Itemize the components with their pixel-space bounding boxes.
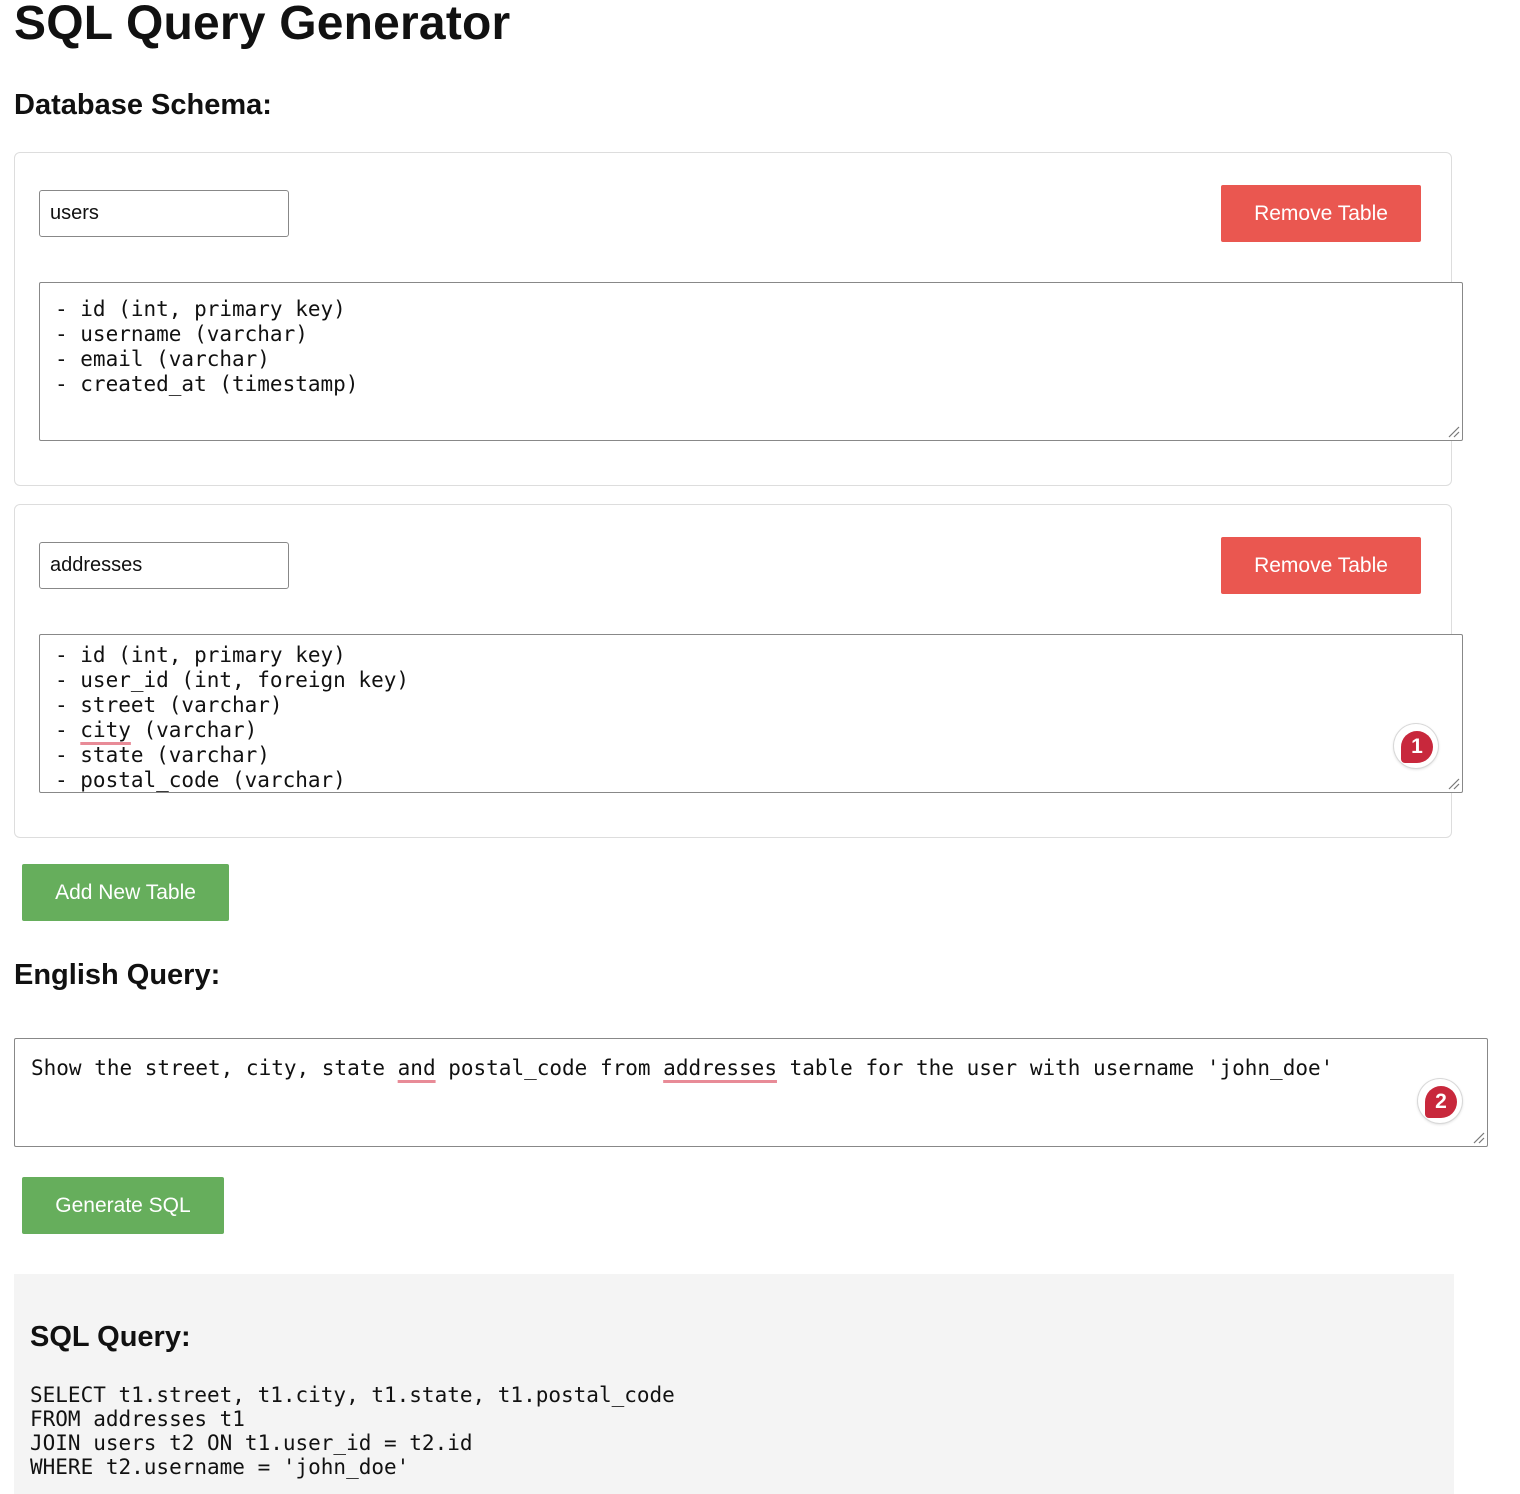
page-title: SQL Query Generator [14, 0, 511, 50]
query-text-part: postal_code from [435, 1056, 664, 1080]
page: SQL Query Generator Database Schema: use… [0, 0, 1520, 1494]
grammar-badge-icon[interactable]: 2 [1418, 1079, 1462, 1123]
table-columns-textarea[interactable]: - id (int, primary key) - user_id (int, … [39, 634, 1463, 793]
resize-grip-icon[interactable] [1446, 776, 1460, 790]
table-name-input[interactable]: addresses [39, 542, 289, 589]
query-text-part: Show the street, city, state [31, 1056, 398, 1080]
remove-table-button[interactable]: Remove Table [1221, 537, 1421, 594]
query-text-part: table for the user with username 'john_d… [776, 1056, 1334, 1080]
column-line: - [55, 718, 81, 742]
column-line: - user_id (int, foreign key) [55, 668, 410, 692]
table-name-input[interactable]: users [39, 190, 289, 237]
remove-table-button[interactable]: Remove Table [1221, 185, 1421, 242]
table-columns-textarea[interactable]: - id (int, primary key) - username (varc… [39, 282, 1463, 441]
misspelled-word[interactable]: city [80, 718, 131, 742]
table-card-addresses: addresses Remove Table - id (int, primar… [14, 504, 1463, 838]
column-line: - postal_code (varchar) [55, 768, 346, 792]
sql-result-code: SELECT t1.street, t1.city, t1.state, t1.… [30, 1383, 675, 1479]
column-line: - state (varchar) [55, 743, 270, 767]
table-card-users: users Remove Table - id (int, primary ke… [14, 152, 1463, 486]
english-query-textarea[interactable]: Show the street, city, state and postal_… [14, 1038, 1488, 1147]
flagged-word[interactable]: addresses [663, 1056, 777, 1080]
english-query-text: Show the street, city, state and postal_… [15, 1039, 1487, 1082]
column-line: - id (int, primary key) [55, 643, 346, 667]
resize-grip-icon[interactable] [1446, 424, 1460, 438]
english-query-heading: English Query: [14, 959, 221, 991]
flagged-word[interactable]: and [398, 1056, 436, 1080]
badge-count: 2 [1425, 1086, 1457, 1118]
resize-grip-icon[interactable] [1471, 1130, 1485, 1144]
sql-result-heading: SQL Query: [30, 1321, 191, 1353]
column-line: - street (varchar) [55, 693, 283, 717]
grammar-badge-icon[interactable]: 1 [1394, 724, 1438, 768]
table-columns-text: - id (int, primary key) - username (varc… [55, 297, 359, 396]
add-table-button[interactable]: Add New Table [22, 864, 229, 921]
column-line-rest: (varchar) [130, 718, 258, 742]
sql-result-panel: SQL Query: SELECT t1.street, t1.city, t1… [14, 1274, 1454, 1494]
table-columns-text: - id (int, primary key) - user_id (int, … [40, 635, 1462, 792]
badge-count: 1 [1401, 731, 1433, 763]
schema-heading: Database Schema: [14, 89, 272, 121]
generate-sql-button[interactable]: Generate SQL [22, 1177, 224, 1234]
